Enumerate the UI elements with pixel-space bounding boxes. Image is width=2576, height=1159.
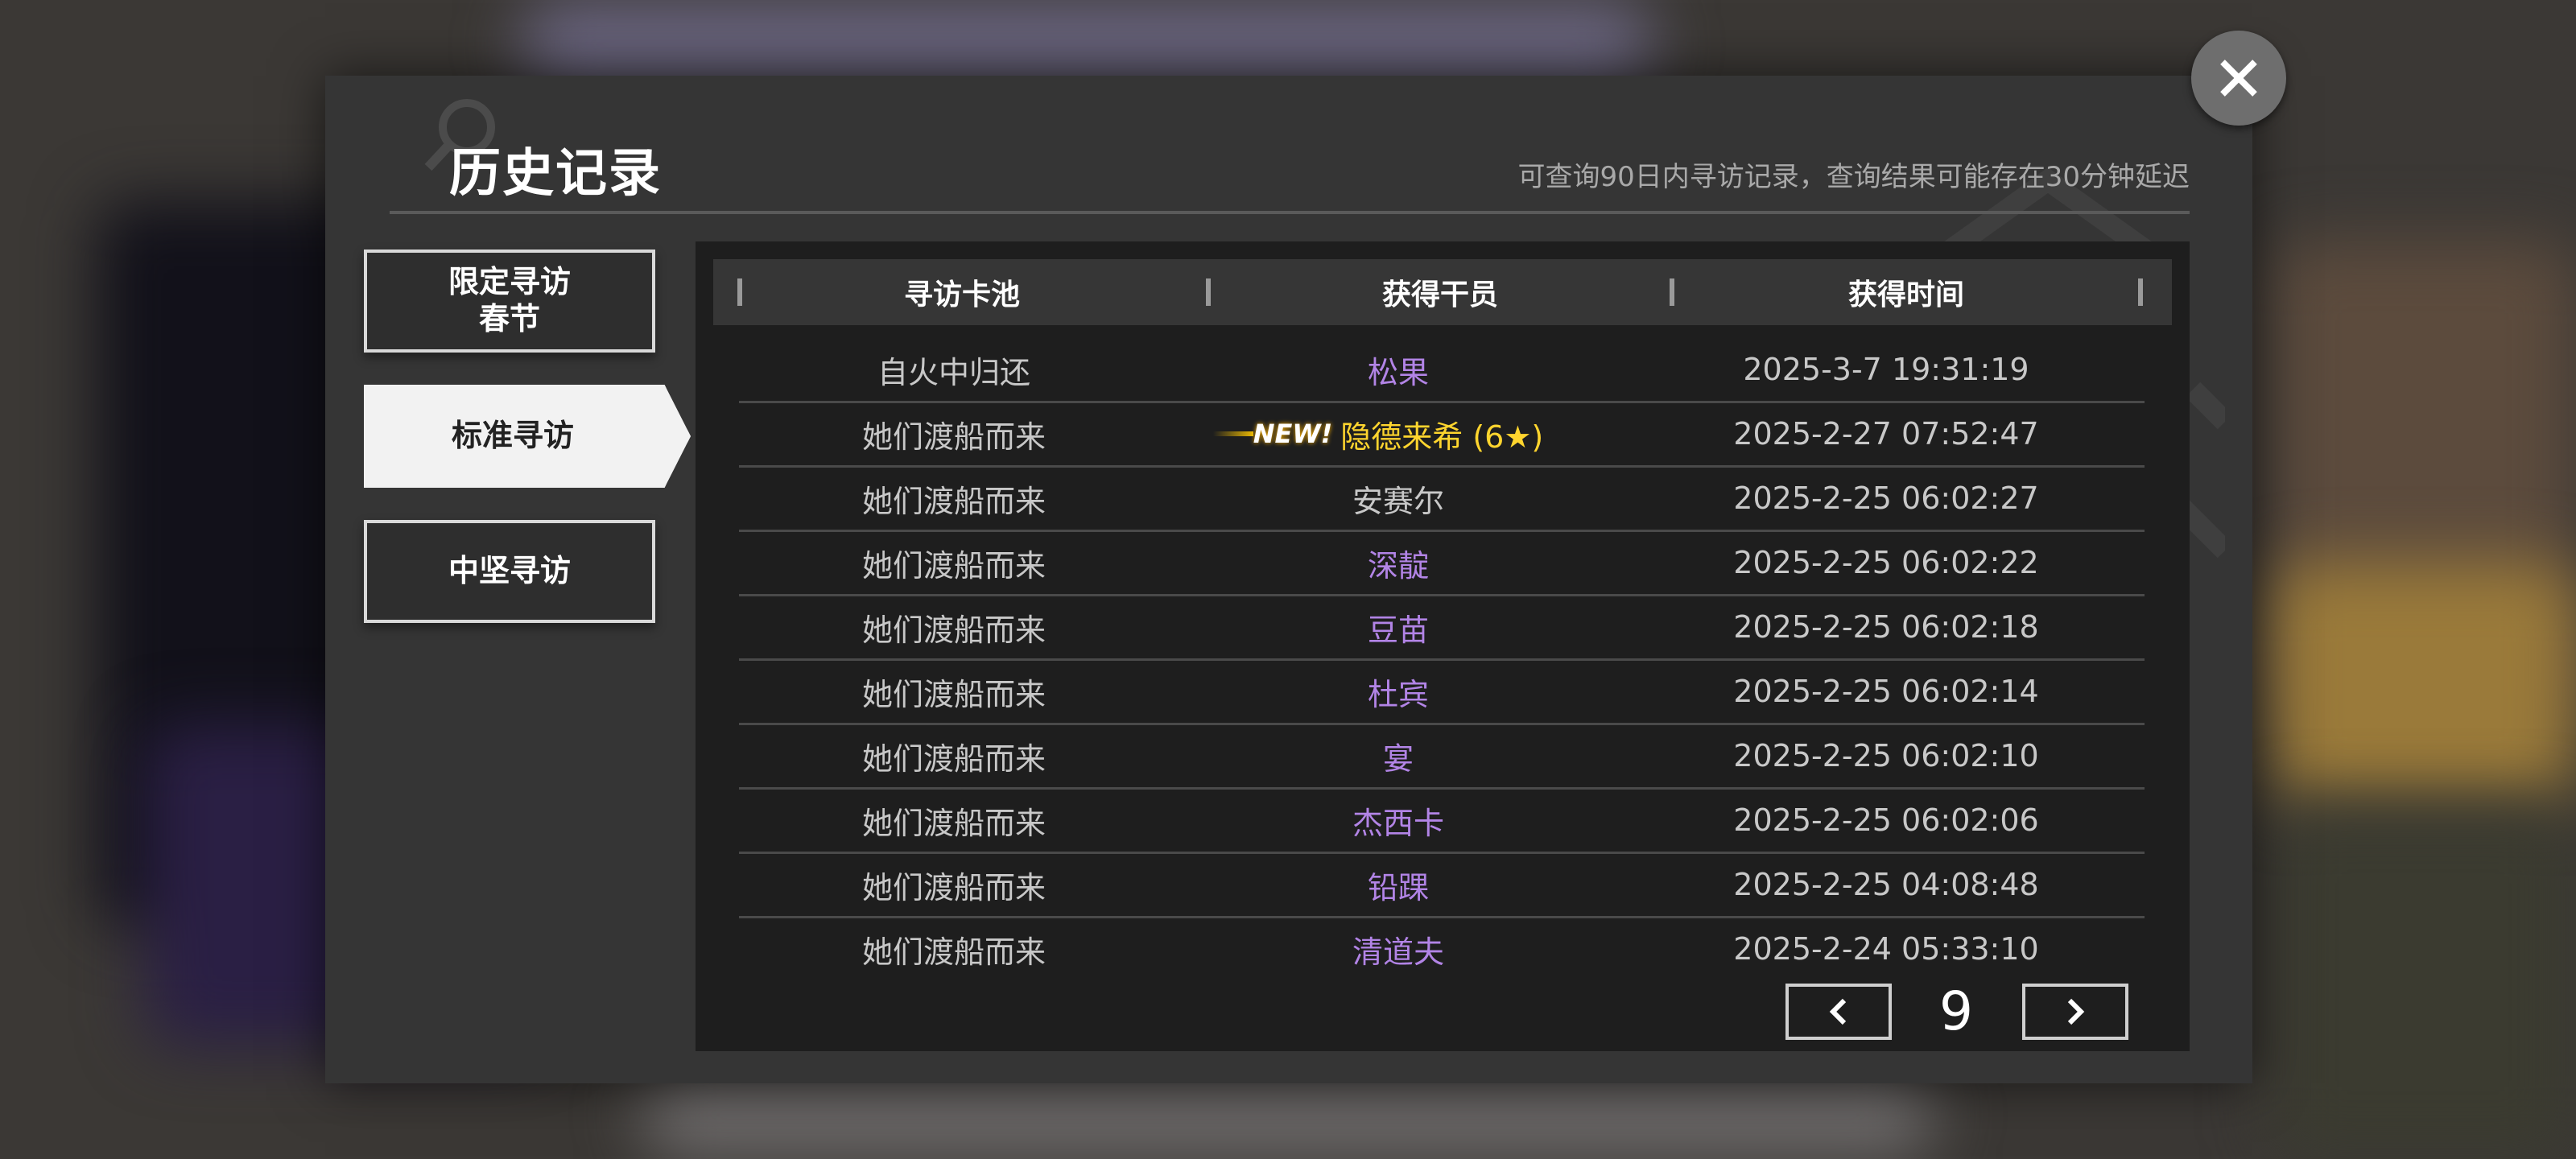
operator-name: 清道夫 xyxy=(1352,934,1444,970)
header-pool: 寻访卡池 xyxy=(903,278,1020,311)
table-row: 她们渡船而来 宴 2025-2-25 06:02:10 xyxy=(739,724,2145,790)
new-badge: NEW! xyxy=(1253,419,1333,449)
obtained-time: 2025-2-25 06:02:06 xyxy=(1733,802,2039,838)
tab-label: 限定寻访 春节 xyxy=(448,264,571,336)
chevron-left-icon xyxy=(1829,998,1847,1025)
operator-name: 深靛 xyxy=(1367,547,1429,584)
dialog-title: 历史记录 xyxy=(449,144,662,204)
tab-label: 中坚寻访 xyxy=(448,553,571,589)
page-number: 9 xyxy=(1939,980,1973,1042)
pool-name: 她们渡船而来 xyxy=(861,869,1046,905)
table-row: 她们渡船而来 豆苗 2025-2-25 06:02:18 xyxy=(739,596,2145,661)
operator-cell: NEW! 隐德来希 (6★) xyxy=(1169,402,1628,465)
header-separator xyxy=(2138,278,2143,306)
pool-name: 她们渡船而来 xyxy=(861,547,1046,584)
tab-standard-banner[interactable]: 标准寻访 xyxy=(364,385,691,488)
table-row: 自火中归还 松果 2025-3-7 19:31:19 xyxy=(739,338,2145,403)
operator-name: 松果 xyxy=(1367,354,1429,390)
table-header: 寻访卡池 获得干员 获得时间 xyxy=(713,259,2172,325)
close-icon xyxy=(2220,60,2257,97)
obtained-time: 2025-3-7 19:31:19 xyxy=(1743,352,2029,387)
operator-name: 杰西卡 xyxy=(1352,805,1444,841)
pool-name: 她们渡船而来 xyxy=(861,934,1046,970)
tab-core-banner[interactable]: 中坚寻访 xyxy=(364,520,655,623)
operator-name: 杜宾 xyxy=(1367,676,1429,712)
chevron-right-icon xyxy=(2067,998,2085,1025)
operator-name: 宴 xyxy=(1382,740,1414,777)
history-table: 寻访卡池 获得干员 获得时间 自火中归还 松果 2025-3-7 19:31:1… xyxy=(696,241,2190,1051)
prev-page-button[interactable] xyxy=(1785,984,1892,1040)
table-row: 她们渡船而来 安赛尔 2025-2-25 06:02:27 xyxy=(739,467,2145,532)
obtained-time: 2025-2-25 06:02:14 xyxy=(1733,674,2039,709)
pool-name: 自火中归还 xyxy=(877,354,1030,390)
obtained-time: 2025-2-25 06:02:27 xyxy=(1733,481,2039,516)
obtained-time: 2025-2-25 06:02:18 xyxy=(1733,609,2039,645)
pool-name: 她们渡船而来 xyxy=(861,419,1046,455)
operator-name: 隐德来希 (6★) xyxy=(1340,419,1544,455)
operator-name: 豆苗 xyxy=(1367,612,1429,648)
pool-name: 她们渡船而来 xyxy=(861,740,1046,777)
pool-name: 她们渡船而来 xyxy=(861,676,1046,712)
obtained-time: 2025-2-25 04:08:48 xyxy=(1733,867,2039,902)
title-divider xyxy=(390,211,2190,214)
table-row: 她们渡船而来 清道夫 2025-2-24 05:33:10 xyxy=(739,918,2145,980)
operator-name: 铅踝 xyxy=(1367,869,1429,905)
query-hint: 可查询90日内寻访记录，查询结果可能存在30分钟延迟 xyxy=(1517,161,2190,193)
history-dialog: 历史记录 可查询90日内寻访记录，查询结果可能存在30分钟延迟 限定寻访 春节 … xyxy=(325,76,2252,1083)
tab-label: 标准寻访 xyxy=(451,418,574,454)
operator-name: 安赛尔 xyxy=(1352,483,1444,519)
pool-name: 她们渡船而来 xyxy=(861,483,1046,519)
obtained-time: 2025-2-25 06:02:10 xyxy=(1733,738,2039,773)
obtained-time: 2025-2-24 05:33:10 xyxy=(1733,931,2039,967)
table-row: 她们渡船而来 杜宾 2025-2-25 06:02:14 xyxy=(739,660,2145,725)
obtained-time: 2025-2-27 07:52:47 xyxy=(1733,416,2039,452)
table-row: 她们渡船而来 杰西卡 2025-2-25 06:02:06 xyxy=(739,789,2145,854)
tab-limited-banner[interactable]: 限定寻访 春节 xyxy=(364,250,655,353)
table-row: 她们渡船而来 铅踝 2025-2-25 04:08:48 xyxy=(739,853,2145,918)
table-row: 她们渡船而来 深靛 2025-2-25 06:02:22 xyxy=(739,531,2145,596)
next-page-button[interactable] xyxy=(2022,984,2128,1040)
close-button[interactable] xyxy=(2191,31,2286,126)
pool-name: 她们渡船而来 xyxy=(861,805,1046,841)
obtained-time: 2025-2-25 06:02:22 xyxy=(1733,545,2039,580)
table-row: 她们渡船而来 NEW! 隐德来希 (6★) 2025-2-27 07:52:47 xyxy=(739,402,2145,468)
header-time: 获得时间 xyxy=(1847,278,1964,311)
pool-name: 她们渡船而来 xyxy=(861,612,1046,648)
header-operator: 获得干员 xyxy=(1381,278,1498,311)
